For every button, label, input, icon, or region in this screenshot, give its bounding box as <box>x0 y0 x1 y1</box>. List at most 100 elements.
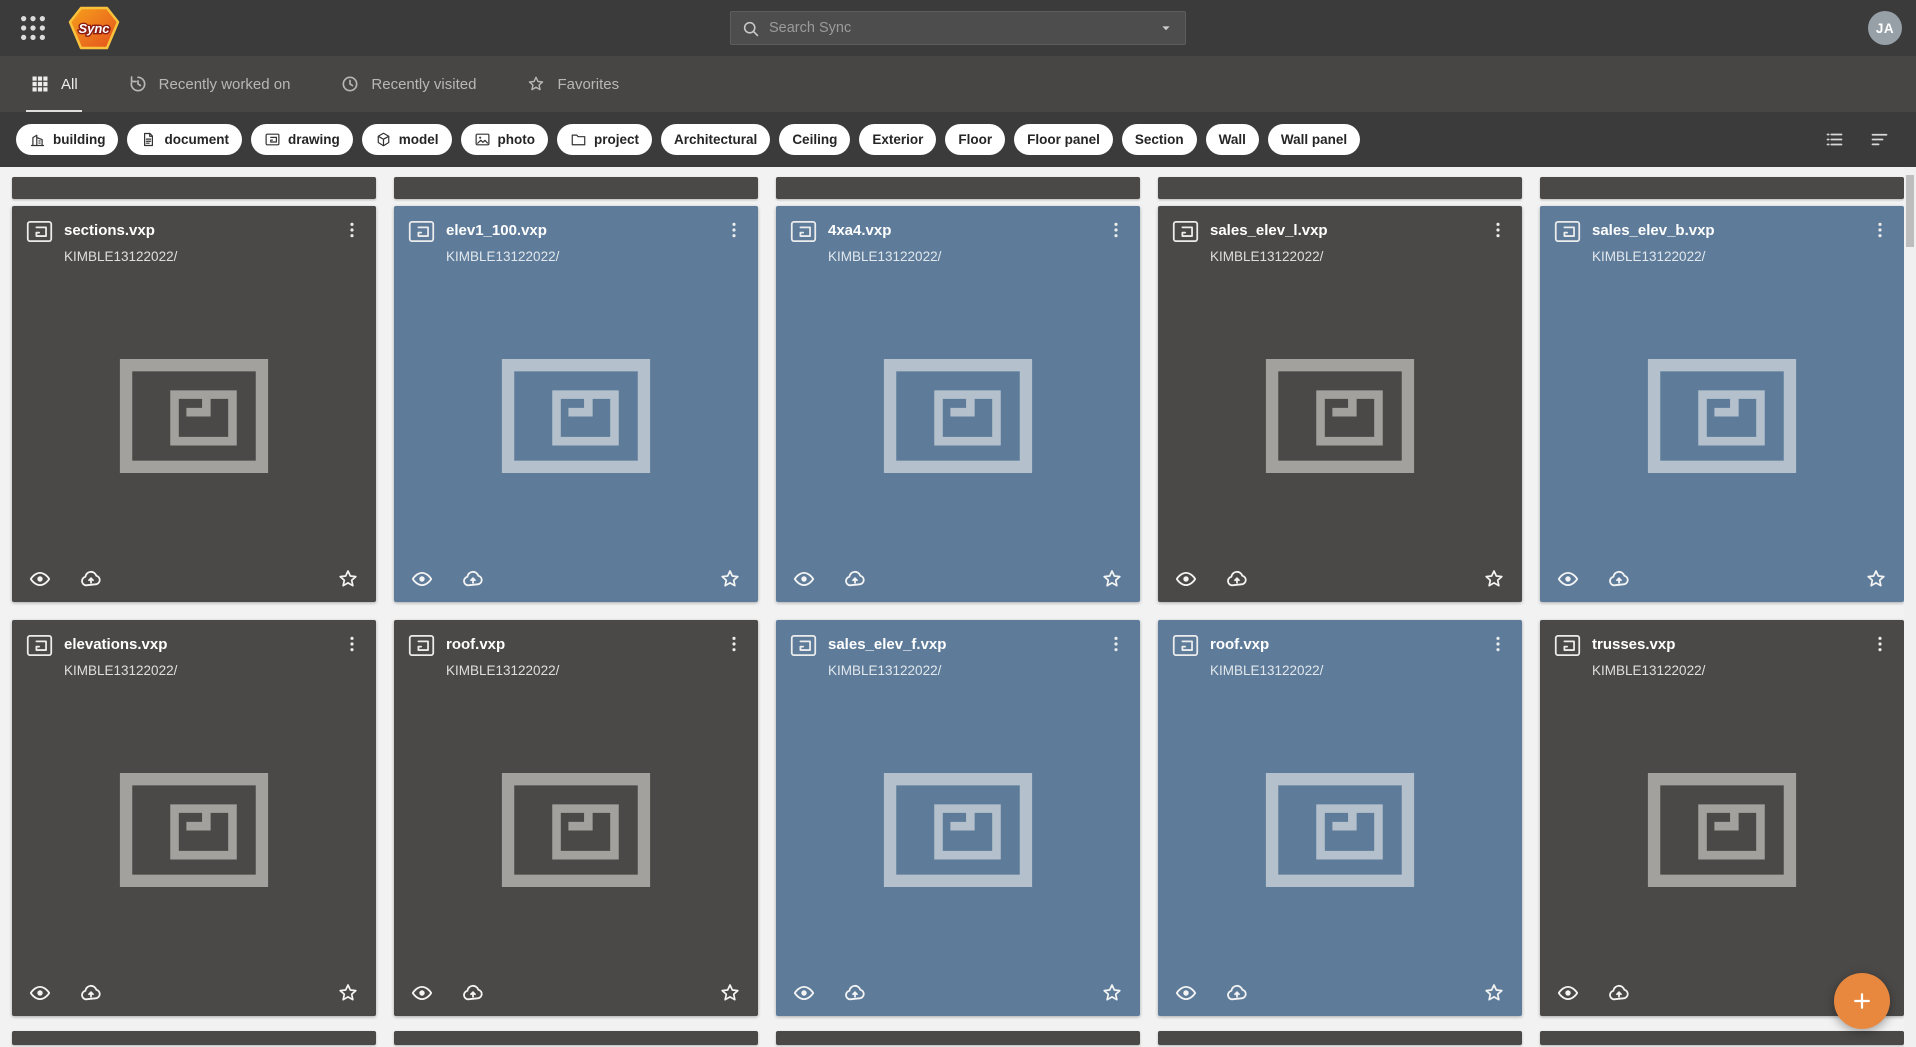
cloud-upload-button[interactable] <box>79 567 103 591</box>
file-card[interactable]: sales_elev_l.vxp KIMBLE13122022/ <box>1158 206 1522 602</box>
preview-button[interactable] <box>1556 981 1580 1005</box>
list-view-button[interactable] <box>1824 129 1845 150</box>
cloud-upload-button[interactable] <box>1607 981 1631 1005</box>
cloud-upload-button[interactable] <box>843 981 867 1005</box>
partially-visible-card[interactable] <box>12 1031 376 1045</box>
favorite-button[interactable] <box>718 981 742 1005</box>
partially-visible-card[interactable] <box>1158 177 1522 199</box>
preview-button[interactable] <box>1174 981 1198 1005</box>
filter-chip-photo[interactable]: photo <box>461 124 548 155</box>
favorite-button[interactable] <box>1864 567 1888 591</box>
partially-visible-card[interactable] <box>1540 177 1904 199</box>
tab-all[interactable]: All <box>26 56 82 112</box>
scrollbar-thumb[interactable] <box>1906 175 1914 247</box>
favorite-button[interactable] <box>1100 567 1124 591</box>
filter-chip-exterior[interactable]: Exterior <box>859 124 936 155</box>
preview-button[interactable] <box>792 981 816 1005</box>
partially-visible-card[interactable] <box>776 177 1140 199</box>
cloud-upload-button[interactable] <box>461 981 485 1005</box>
card-menu-button[interactable] <box>1870 633 1890 655</box>
preview-button[interactable] <box>1556 567 1580 591</box>
avatar[interactable]: JA <box>1868 11 1902 45</box>
favorite-button[interactable] <box>718 567 742 591</box>
filter-chip-section[interactable]: Section <box>1122 124 1197 155</box>
partially-visible-card[interactable] <box>12 177 376 199</box>
tab-favorites[interactable]: Favorites <box>522 56 623 112</box>
card-menu-button[interactable] <box>724 219 744 241</box>
favorite-button[interactable] <box>1482 567 1506 591</box>
file-card[interactable]: trusses.vxp KIMBLE13122022/ <box>1540 620 1904 1016</box>
filter-chip-project[interactable]: project <box>557 124 652 155</box>
filter-chip-model[interactable]: model <box>362 124 452 155</box>
partially-visible-card[interactable] <box>776 1031 1140 1045</box>
cloud-upload-button[interactable] <box>461 567 485 591</box>
cloud-upload-button[interactable] <box>1225 981 1249 1005</box>
file-meta: roof.vxp KIMBLE13122022/ <box>1210 633 1477 678</box>
filter-chip-drawing[interactable]: drawing <box>251 124 353 155</box>
apps-grid-button[interactable] <box>18 13 48 43</box>
filter-chip-ceiling[interactable]: Ceiling <box>779 124 850 155</box>
chip-label: Exterior <box>872 132 923 147</box>
cloud-upload-button[interactable] <box>843 567 867 591</box>
card-menu-button[interactable] <box>1870 219 1890 241</box>
favorite-button[interactable] <box>1100 981 1124 1005</box>
preview-button[interactable] <box>792 567 816 591</box>
preview-button[interactable] <box>28 981 52 1005</box>
filter-chip-architectural[interactable]: Architectural <box>661 124 770 155</box>
favorite-button[interactable] <box>336 981 360 1005</box>
file-card[interactable]: sales_elev_b.vxp KIMBLE13122022/ <box>1540 206 1904 602</box>
drawing-file-icon <box>790 220 817 243</box>
cloud-upload-button[interactable] <box>79 981 103 1005</box>
filter-chip-floor-panel[interactable]: Floor panel <box>1014 124 1113 155</box>
filter-chip-building[interactable]: building <box>16 124 118 155</box>
file-card[interactable]: 4xa4.vxp KIMBLE13122022/ <box>776 206 1140 602</box>
file-card[interactable]: sales_elev_f.vxp KIMBLE13122022/ <box>776 620 1140 1016</box>
sort-button[interactable] <box>1869 129 1890 150</box>
file-name: trusses.vxp <box>1592 633 1859 656</box>
file-card[interactable]: roof.vxp KIMBLE13122022/ <box>394 620 758 1016</box>
filter-chip-floor[interactable]: Floor <box>945 124 1005 155</box>
tab-recently-worked-on[interactable]: Recently worked on <box>124 56 295 112</box>
card-menu-button[interactable] <box>1106 219 1126 241</box>
card-menu-button[interactable] <box>1488 633 1508 655</box>
file-card[interactable]: elevations.vxp KIMBLE13122022/ <box>12 620 376 1016</box>
filter-chip-document[interactable]: document <box>127 124 242 155</box>
file-card[interactable]: roof.vxp KIMBLE13122022/ <box>1158 620 1522 1016</box>
search-bar[interactable] <box>730 11 1186 45</box>
file-card[interactable]: elev1_100.vxp KIMBLE13122022/ <box>394 206 758 602</box>
partially-visible-card[interactable] <box>394 177 758 199</box>
search-input[interactable] <box>769 20 1148 36</box>
favorite-button[interactable] <box>1482 981 1506 1005</box>
tab-bar: All Recently worked on Recently visited Fav… <box>0 56 1916 112</box>
filter-chip-wall-panel[interactable]: Wall panel <box>1268 124 1360 155</box>
cloud-upload-button[interactable] <box>1607 567 1631 591</box>
scrollbar[interactable] <box>1904 167 1916 1047</box>
card-menu-button[interactable] <box>342 219 362 241</box>
favorite-button[interactable] <box>336 567 360 591</box>
card-menu-button[interactable] <box>342 633 362 655</box>
card-menu-button[interactable] <box>1488 219 1508 241</box>
tab-recently-visited[interactable]: Recently visited <box>336 56 480 112</box>
filter-chip-wall[interactable]: Wall <box>1206 124 1259 155</box>
add-button[interactable] <box>1834 973 1890 1029</box>
file-name: elev1_100.vxp <box>446 219 713 242</box>
file-card[interactable]: sections.vxp KIMBLE13122022/ <box>12 206 376 602</box>
card-menu-button[interactable] <box>1106 633 1126 655</box>
cloud-upload-button[interactable] <box>1225 567 1249 591</box>
card-menu-button[interactable] <box>724 633 744 655</box>
search-dropdown-button[interactable] <box>1157 19 1175 37</box>
preview-button[interactable] <box>1174 567 1198 591</box>
partially-visible-card[interactable] <box>394 1031 758 1045</box>
file-path: KIMBLE13122022/ <box>1592 249 1859 264</box>
document-icon <box>140 131 157 148</box>
preview-button[interactable] <box>410 981 434 1005</box>
partially-visible-card[interactable] <box>1540 1031 1904 1045</box>
file-meta: sales_elev_f.vxp KIMBLE13122022/ <box>828 633 1095 678</box>
sync-logo[interactable]: Sync <box>68 6 120 50</box>
preview-button[interactable] <box>28 567 52 591</box>
card-header: sections.vxp KIMBLE13122022/ <box>26 219 362 264</box>
chip-label: model <box>399 132 439 147</box>
file-grid: sections.vxp KIMBLE13122022/ elev1_100.v… <box>12 206 1904 1016</box>
preview-button[interactable] <box>410 567 434 591</box>
partially-visible-card[interactable] <box>1158 1031 1522 1045</box>
